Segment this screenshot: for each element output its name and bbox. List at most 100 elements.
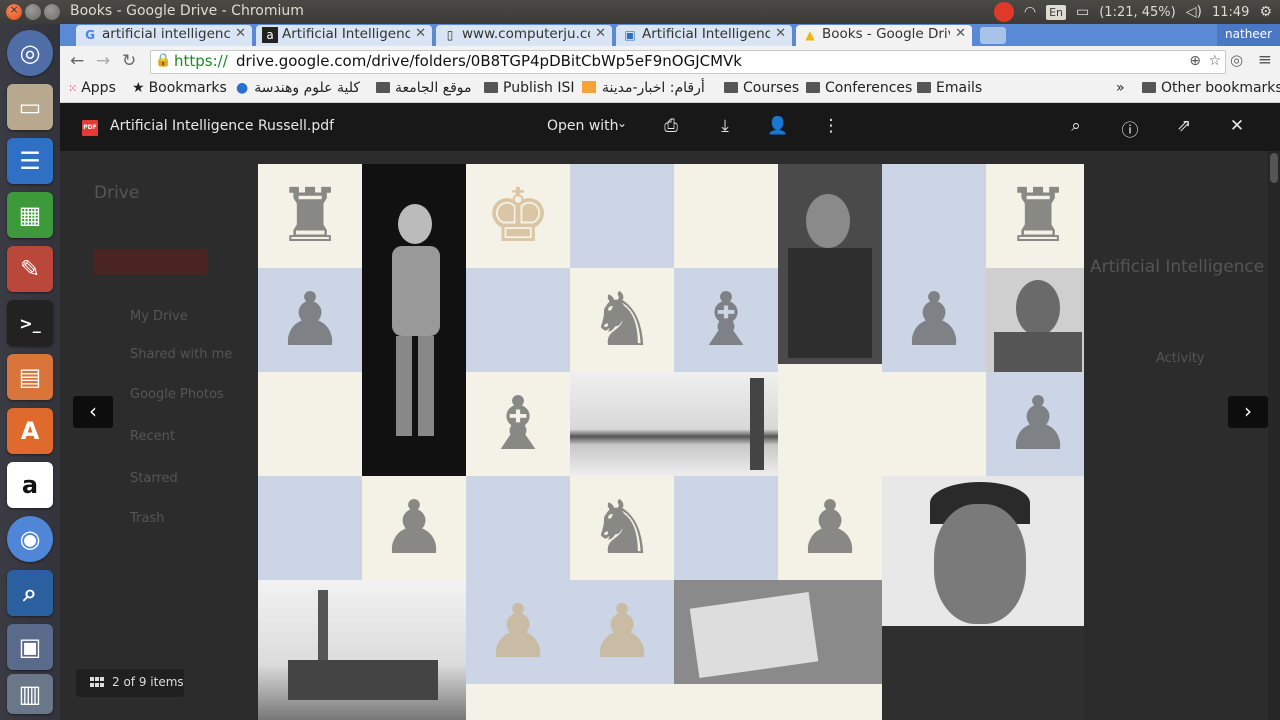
- folder-icon: [917, 82, 931, 93]
- system-settings-icon[interactable]: ✎: [7, 246, 53, 292]
- cover-cell: ♜: [258, 164, 362, 268]
- file-position-indicator[interactable]: 2 of 9 items: [76, 669, 184, 697]
- folder-icon: [724, 82, 738, 93]
- bookmark-apps[interactable]: ⁙ Apps: [68, 80, 116, 96]
- dash-home-icon[interactable]: ◎: [7, 30, 53, 76]
- next-file-button[interactable]: ›: [1228, 396, 1268, 428]
- chevron-down-icon[interactable]: ⌄: [617, 116, 627, 130]
- tab-close-icon[interactable]: ✕: [595, 26, 606, 41]
- bookmark-bookmarks[interactable]: ★ Bookmarks: [132, 80, 227, 96]
- reload-icon[interactable]: ↻: [122, 51, 136, 71]
- cover-cell: ♞: [570, 476, 674, 580]
- amazon-icon: a: [262, 27, 278, 43]
- tab-close-icon[interactable]: ✕: [955, 26, 966, 41]
- zoom-icon[interactable]: ⊕: [1189, 53, 1201, 69]
- back-arrow-icon[interactable]: ←: [70, 51, 84, 71]
- tab-title: Artificial Intelligence: [642, 26, 770, 42]
- cover-cell: [778, 372, 882, 476]
- bookmarks-overflow-chevron[interactable]: »: [1116, 80, 1125, 96]
- profile-button[interactable]: natheer: [1217, 24, 1280, 46]
- files-icon[interactable]: ▭: [7, 84, 53, 130]
- new-tab-button[interactable]: [980, 27, 1006, 44]
- tab-close-icon[interactable]: ✕: [235, 26, 246, 41]
- landscape-photo: [570, 372, 778, 476]
- chromium-icon[interactable]: ◉: [7, 516, 53, 562]
- chess-pawn-icon: ♟: [900, 277, 968, 363]
- bookmark-courses[interactable]: Courses: [724, 80, 799, 96]
- tab-close-icon[interactable]: ✕: [775, 26, 786, 41]
- software-center-icon[interactable]: A: [7, 408, 53, 454]
- volume-icon[interactable]: ◁): [1186, 4, 1202, 20]
- window-minimize-button[interactable]: [25, 4, 41, 20]
- cover-cell: [674, 684, 882, 720]
- cover-cell: ♟: [258, 268, 362, 372]
- close-icon: ×: [9, 3, 19, 16]
- open-with-button[interactable]: Open with: [547, 118, 619, 134]
- battery-icon[interactable]: ▭: [1076, 4, 1089, 20]
- bookmark-other-bookmarks[interactable]: Other bookmarks: [1142, 80, 1280, 96]
- forward-arrow-icon[interactable]: →: [96, 51, 110, 71]
- close-viewer-icon[interactable]: ✕: [1225, 116, 1249, 136]
- cover-cell: [258, 476, 362, 580]
- print-icon[interactable]: ⎙: [659, 116, 683, 136]
- pdf-page-cover[interactable]: ♜ ♚ ♜ ♟ ♞ ♝ ♟ ♝ ♟ ♟ ♞ ♟ ♟ ♟: [258, 164, 1084, 720]
- bookmark-conferences[interactable]: Conferences: [806, 80, 912, 96]
- star-icon: ★: [132, 80, 145, 96]
- page-icon: ▯: [446, 28, 454, 42]
- bookmark-emails[interactable]: Emails: [917, 80, 982, 96]
- tab-close-icon[interactable]: ✕: [415, 26, 426, 41]
- search-magnifier-icon[interactable]: ⌕: [7, 570, 53, 616]
- address-bar[interactable]: 🔒 https:// drive.google.com/drive/folder…: [150, 50, 1226, 74]
- nav-starred: Starred: [130, 471, 178, 486]
- drive-page: Drive My Drive Shared with me Google Pho…: [60, 103, 1280, 720]
- settings-gear-icon[interactable]: ⚙: [1259, 4, 1272, 20]
- chess-pawn-icon: ♟: [796, 485, 864, 571]
- browser-menu-icon[interactable]: ≡: [1258, 50, 1272, 70]
- tab-computerju[interactable]: ▯ www.computerju.com ✕: [436, 25, 612, 46]
- lock-icon[interactable]: 🔒: [155, 53, 171, 68]
- cover-cell: ♞: [570, 268, 674, 372]
- info-icon[interactable]: ⓘ: [1118, 116, 1142, 141]
- tab-books-google-drive[interactable]: ▲ Books - Google Drive ✕: [796, 25, 972, 46]
- amazon-icon[interactable]: a: [7, 462, 53, 508]
- screenshot-tool-icon[interactable]: ▣: [7, 624, 53, 670]
- zoom-search-icon[interactable]: ⌕: [1064, 116, 1088, 136]
- notification-indicator-icon[interactable]: [993, 2, 1014, 22]
- bookmark-label: موقع الجامعة: [395, 80, 472, 96]
- extension-icon[interactable]: ◎: [1230, 51, 1243, 69]
- tab-title: artificial intelligence: [102, 26, 230, 42]
- bookmark-label: Conferences: [825, 80, 913, 96]
- system-tray: ◠ En ▭ (1:21, 45%) ◁) 11:49 ⚙: [993, 0, 1272, 24]
- tab-artificial-intelligence-search[interactable]: G artificial intelligence ✕: [76, 25, 252, 46]
- pdf-file-icon: PDF: [82, 120, 98, 136]
- cover-cell: ♝: [674, 268, 778, 372]
- bookmark-university-site[interactable]: موقع الجامعة: [376, 80, 472, 96]
- tab-amazon-artificial-intelligence[interactable]: a Artificial Intelligence ✕: [256, 25, 432, 46]
- keyboard-layout-indicator[interactable]: En: [1046, 4, 1066, 20]
- writer-document-icon[interactable]: ☰: [7, 138, 53, 184]
- add-people-share-icon[interactable]: 👤: [766, 116, 790, 136]
- workspace-switcher-icon[interactable]: ▥: [7, 674, 53, 714]
- clock[interactable]: 11:49: [1212, 5, 1249, 20]
- tab-artificial-intelligence-doc[interactable]: ▣ Artificial Intelligence ✕: [616, 25, 792, 46]
- scrollbar-thumb[interactable]: [1270, 153, 1278, 183]
- open-in-new-window-icon[interactable]: ⇗: [1172, 116, 1196, 136]
- bookmark-star-icon[interactable]: ☆: [1208, 53, 1221, 69]
- calc-spreadsheet-icon[interactable]: ▦: [7, 192, 53, 238]
- nav-my-drive: My Drive: [130, 309, 188, 324]
- page-scrollbar[interactable]: [1268, 151, 1280, 720]
- terminal-icon[interactable]: >_: [7, 300, 53, 346]
- impress-presentation-icon[interactable]: ▤: [7, 354, 53, 400]
- bookmark-label: Courses: [743, 80, 800, 96]
- bookmark-faculty[interactable]: ● كلية علوم وهندسة: [236, 80, 360, 96]
- window-maximize-button[interactable]: [44, 4, 60, 20]
- bookmark-publish-isi[interactable]: Publish ISI: [484, 80, 575, 96]
- more-options-icon[interactable]: ⋮: [819, 116, 843, 136]
- window-close-button[interactable]: ×: [6, 3, 22, 20]
- download-icon[interactable]: ⤓: [713, 116, 737, 136]
- previous-file-button[interactable]: ‹: [73, 396, 113, 428]
- chess-bishop-icon: ♝: [692, 277, 760, 363]
- os-top-panel: × Books - Google Drive - Chromium ◠ En ▭…: [0, 0, 1280, 24]
- bookmark-arqam-news[interactable]: أرقام: اخبار-مدينة: [582, 80, 705, 96]
- wifi-icon[interactable]: ◠: [1024, 4, 1036, 20]
